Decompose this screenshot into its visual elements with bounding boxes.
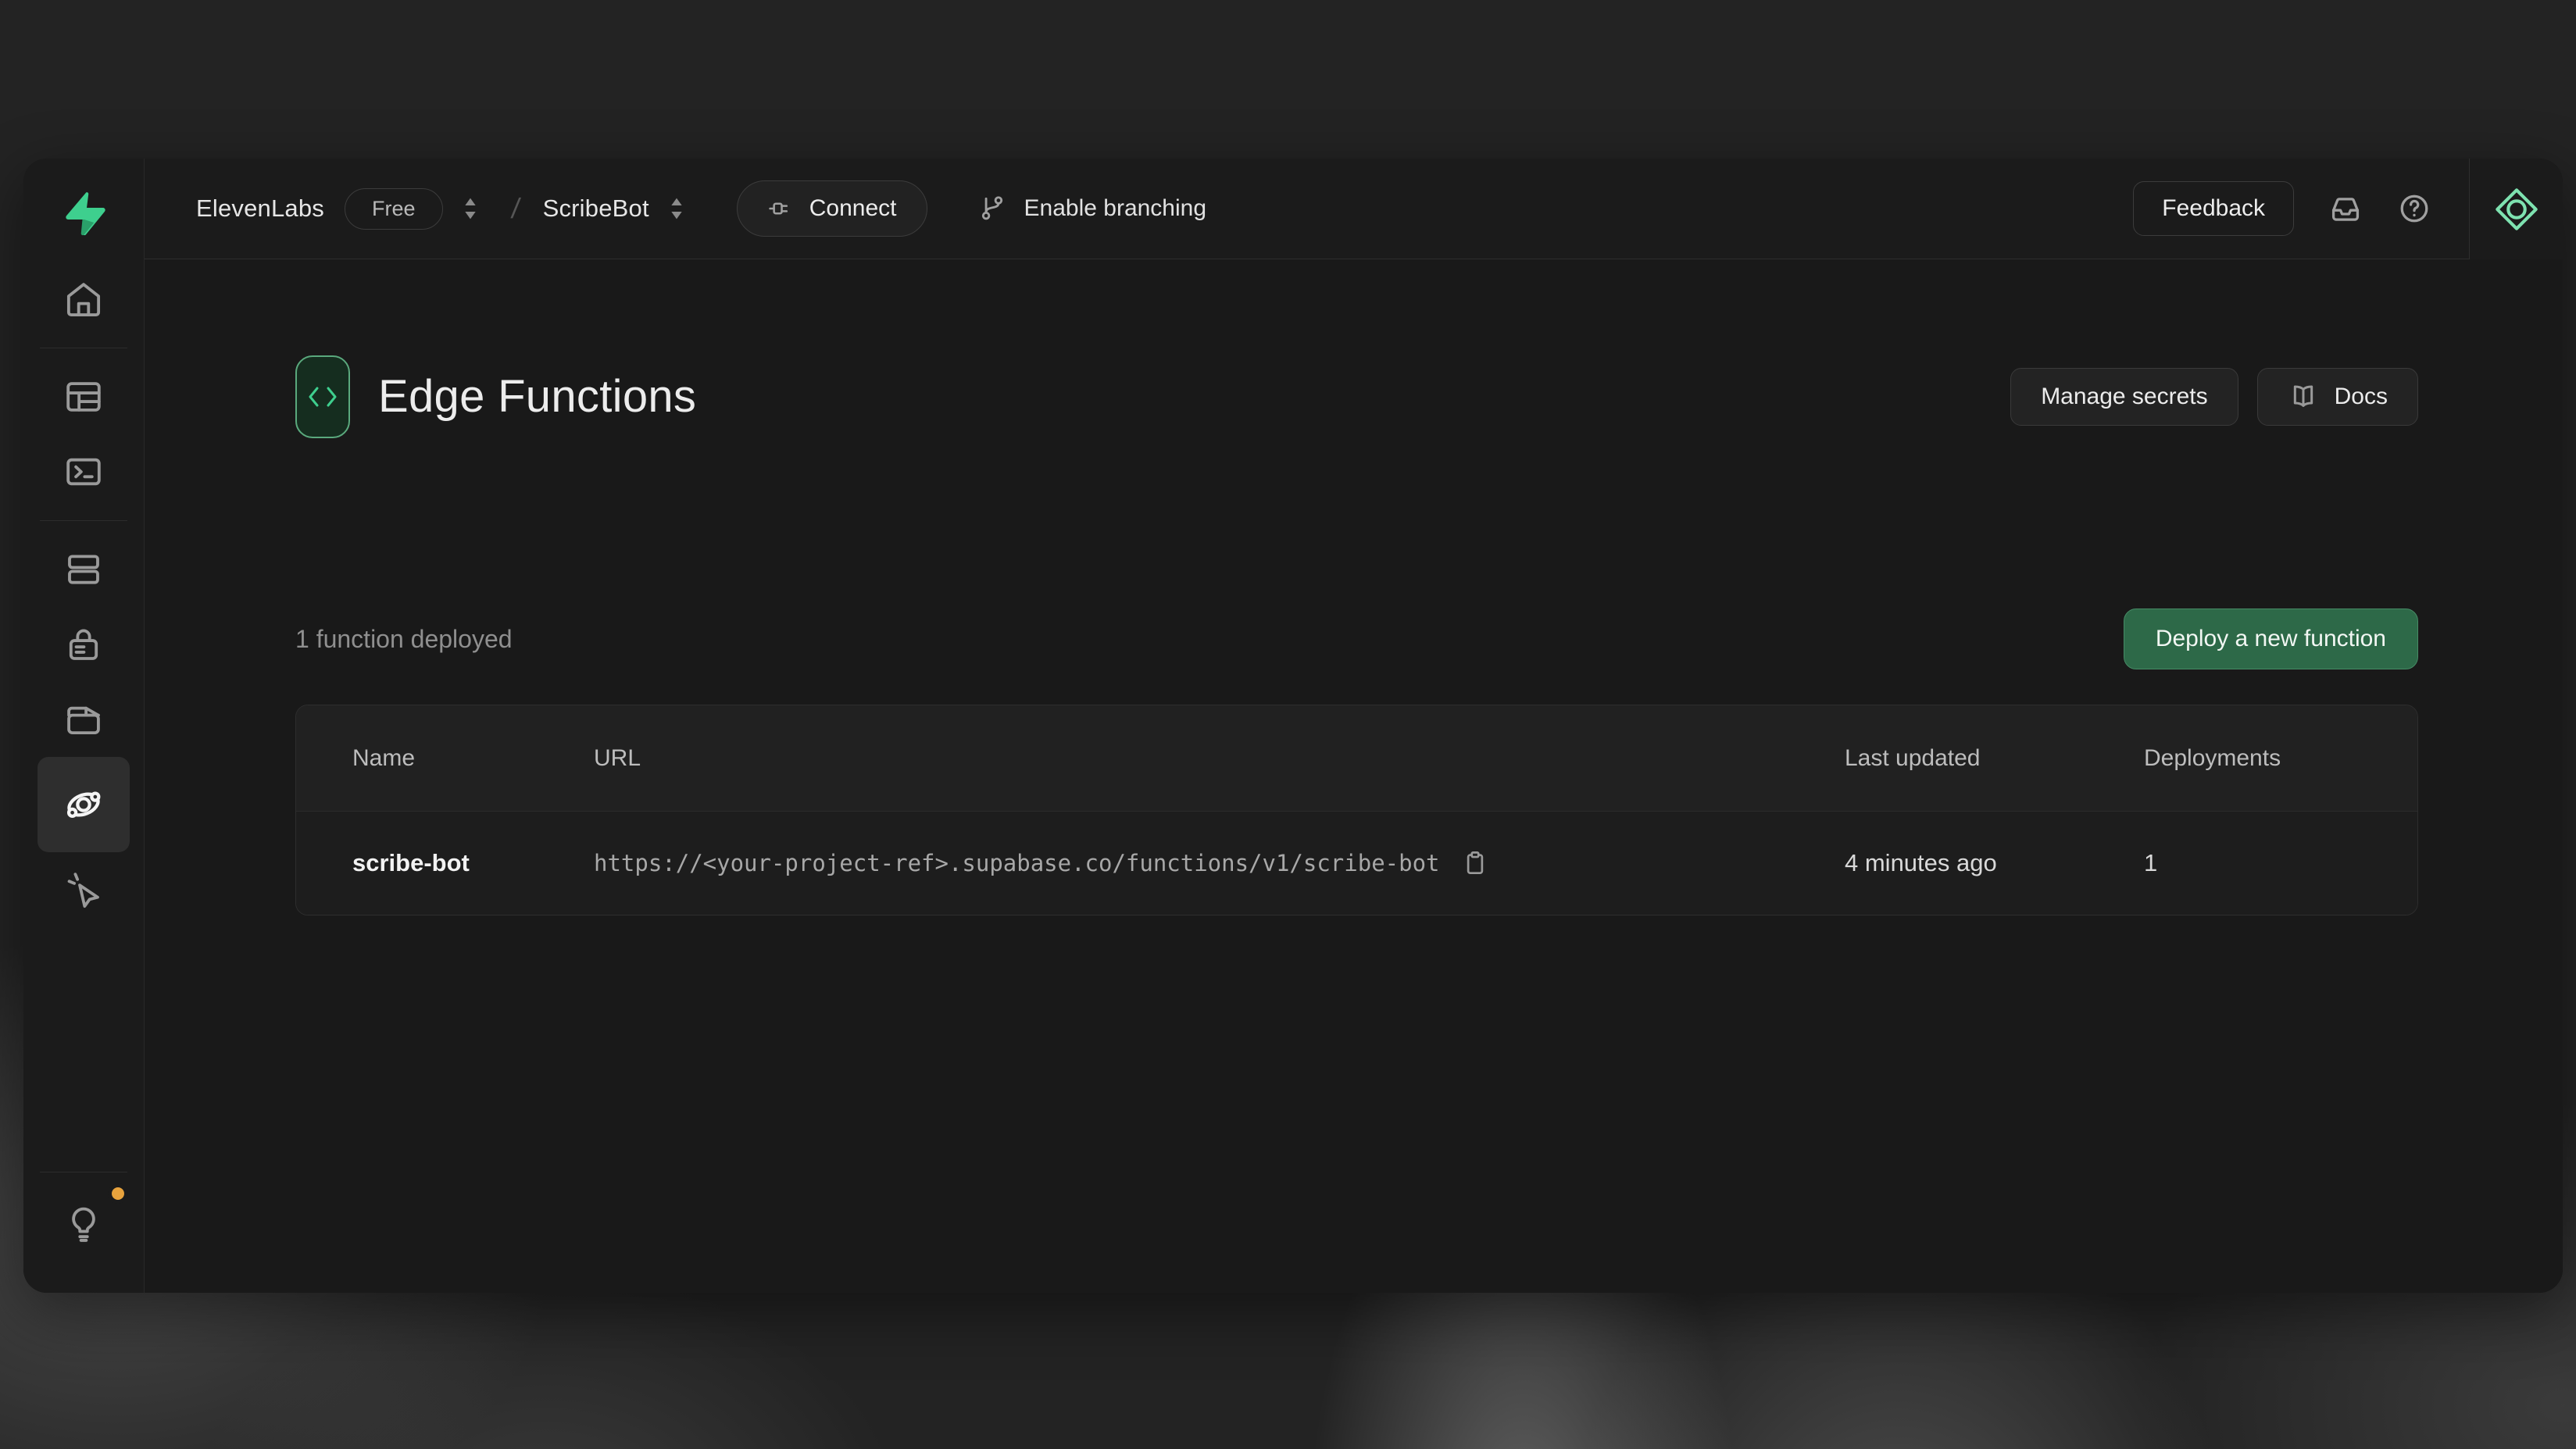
- enable-branching-label: Enable branching: [1024, 195, 1207, 222]
- function-count-text: 1 function deployed: [295, 625, 513, 654]
- table-editor-icon: [63, 376, 105, 418]
- sidebar-item-home[interactable]: [38, 262, 130, 337]
- inbox-button[interactable]: [2328, 191, 2363, 226]
- plug-icon: [767, 195, 794, 222]
- page-title: Edge Functions: [378, 370, 696, 423]
- ai-assistant-diamond-icon: [2491, 184, 2542, 235]
- branch-icon: [977, 194, 1007, 223]
- home-icon: [63, 278, 105, 320]
- auth-lock-icon: [63, 623, 105, 666]
- copy-url-button[interactable]: [1460, 848, 1490, 878]
- functions-table: Name URL Last updated Deployments scribe…: [295, 705, 2418, 915]
- book-icon: [2288, 381, 2319, 412]
- advisors-notification-dot: [108, 1183, 128, 1204]
- inbox-icon: [2328, 191, 2363, 226]
- docs-button[interactable]: Docs: [2257, 368, 2418, 426]
- column-header-last-updated: Last updated: [1845, 745, 1980, 772]
- sidebar-item-database[interactable]: [38, 532, 130, 607]
- clipboard-icon: [1460, 848, 1490, 878]
- lightbulb-icon: [63, 1203, 105, 1245]
- sidebar-item-table-editor[interactable]: [38, 359, 130, 434]
- manage-secrets-button[interactable]: Manage secrets: [2010, 368, 2238, 426]
- plan-badge[interactable]: Free: [345, 188, 443, 230]
- sidebar-item-authentication[interactable]: [38, 607, 130, 682]
- function-name[interactable]: scribe-bot: [352, 849, 470, 877]
- connect-label: Connect: [809, 195, 897, 222]
- docs-label: Docs: [2335, 384, 2388, 410]
- breadcrumb-org[interactable]: ElevenLabs: [196, 195, 324, 223]
- enable-branching-button[interactable]: Enable branching: [977, 194, 1207, 223]
- function-deployments: 1: [2144, 849, 2157, 877]
- function-url-cell: https://<your-project-ref>.supabase.co/f…: [594, 848, 1490, 878]
- breadcrumb-project[interactable]: ScribeBot: [543, 195, 649, 223]
- function-url: https://<your-project-ref>.supabase.co/f…: [594, 850, 1440, 876]
- column-header-url: URL: [594, 745, 641, 772]
- breadcrumb-separator: /: [509, 192, 522, 225]
- sql-editor-icon: [63, 451, 105, 493]
- ai-assistant-button[interactable]: [2469, 159, 2563, 259]
- edge-functions-icon: [63, 783, 105, 826]
- sidebar-item-storage[interactable]: [38, 682, 130, 757]
- sidebar: [23, 159, 145, 1293]
- sidebar-item-realtime[interactable]: [38, 852, 130, 927]
- storage-icon: [63, 698, 105, 741]
- sidebar-item-edge-functions[interactable]: [38, 757, 130, 852]
- help-button[interactable]: [2397, 191, 2431, 226]
- project-switcher-caret[interactable]: [663, 193, 690, 224]
- feedback-label: Feedback: [2162, 195, 2265, 222]
- sidebar-item-sql-editor[interactable]: [38, 434, 130, 509]
- supabase-logo[interactable]: [58, 188, 109, 238]
- main-content: Edge Functions Manage secrets Docs: [145, 259, 2563, 1293]
- org-switcher-caret[interactable]: [457, 193, 484, 224]
- help-icon: [2397, 191, 2431, 226]
- edge-functions-page-icon: [295, 355, 350, 438]
- connect-button[interactable]: Connect: [737, 180, 927, 237]
- database-icon: [63, 548, 105, 591]
- table-row[interactable]: scribe-bot https://<your-project-ref>.su…: [296, 812, 2417, 915]
- top-bar: ElevenLabs Free / ScribeBot C: [145, 159, 2563, 259]
- column-header-deployments: Deployments: [2144, 745, 2281, 772]
- function-last-updated: 4 minutes ago: [1845, 849, 1997, 877]
- deploy-new-function-button[interactable]: Deploy a new function: [2124, 609, 2418, 669]
- realtime-cursor-icon: [63, 869, 105, 911]
- manage-secrets-label: Manage secrets: [2041, 384, 2207, 410]
- table-header-row: Name URL Last updated Deployments: [296, 705, 2417, 812]
- feedback-button[interactable]: Feedback: [2133, 181, 2294, 236]
- app-window: ElevenLabs Free / ScribeBot C: [23, 159, 2563, 1293]
- sidebar-divider: [40, 520, 127, 521]
- column-header-name: Name: [352, 745, 415, 772]
